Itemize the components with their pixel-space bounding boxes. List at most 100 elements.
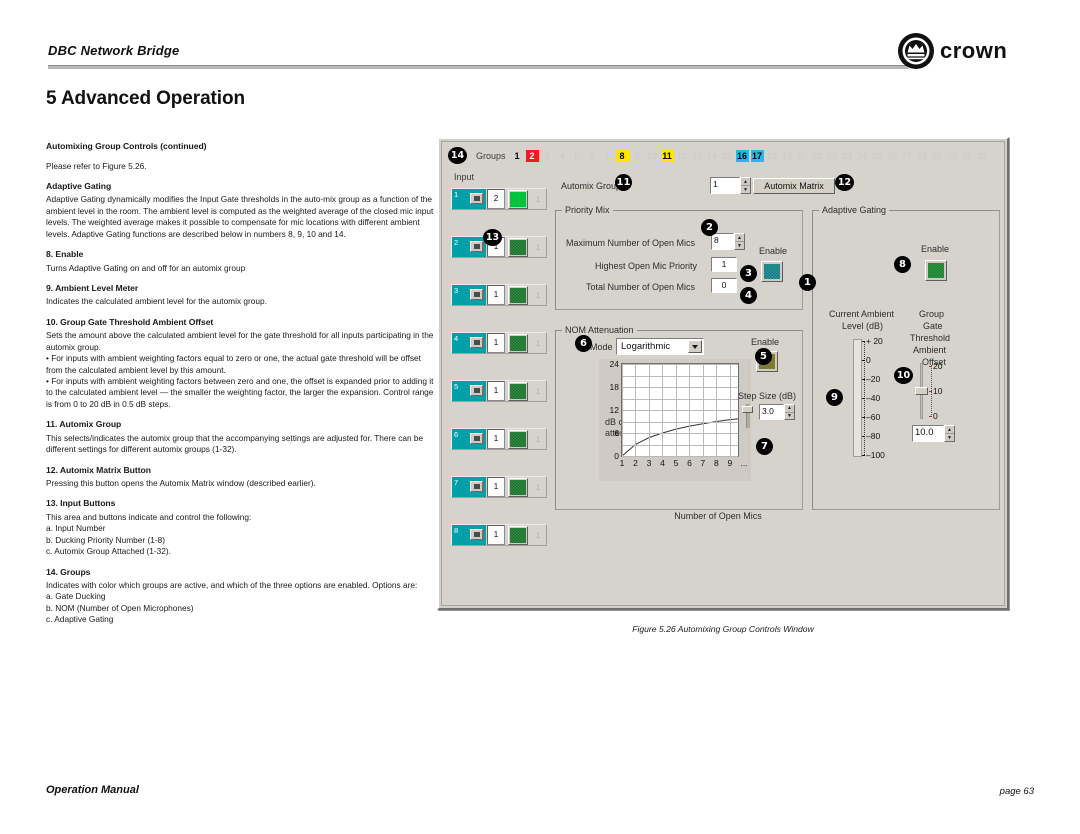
input-config-icon[interactable] — [470, 337, 483, 348]
step-size-slider[interactable] — [742, 404, 753, 428]
group-number-20[interactable]: 20 — [796, 150, 809, 162]
step-size-spinner[interactable]: ▲ ▼ — [784, 404, 795, 420]
input-number[interactable]: 2 — [452, 237, 486, 257]
group-gate-offset-slider[interactable] — [915, 363, 928, 419]
highest-open-mic-priority-field: 1 — [711, 257, 737, 272]
input-number[interactable]: 7 — [452, 477, 486, 497]
automix-group-spinner[interactable]: ▲ ▼ — [740, 177, 751, 194]
group-number-27[interactable]: 27 — [901, 150, 914, 162]
group-number-16[interactable]: 16 — [735, 150, 749, 162]
group-number-8[interactable]: 8 — [615, 150, 629, 162]
groups-number-list[interactable]: 1 2 3 4 5 6 7 8 9 10 11 12 13 14 15 16 17 18 19 20 21 22 23 24 2… — [511, 150, 991, 162]
input-number[interactable]: 8 — [452, 525, 486, 545]
group-number-22[interactable]: 22 — [826, 150, 839, 162]
input-row[interactable]: 311 — [451, 284, 547, 306]
group-number-23[interactable]: 23 — [841, 150, 854, 162]
group-number-18[interactable]: 18 — [766, 150, 779, 162]
input-row[interactable]: 511 — [451, 380, 547, 402]
input-gate-button[interactable] — [508, 381, 528, 401]
input-gate-button[interactable] — [508, 333, 528, 353]
group-number-11[interactable]: 11 — [660, 150, 674, 162]
group-number-5[interactable]: 5 — [571, 150, 584, 162]
ducking-priority-field[interactable]: 2 — [487, 189, 505, 209]
group-number-26[interactable]: 26 — [886, 150, 899, 162]
group-number-29[interactable]: 29 — [931, 150, 944, 162]
ducking-priority-field[interactable]: 1 — [487, 525, 505, 545]
input-config-icon[interactable] — [470, 481, 483, 492]
step-size-field[interactable]: 3.0 — [759, 404, 784, 420]
group-number-10[interactable]: 10 — [646, 150, 659, 162]
group-number-24[interactable]: 24 — [856, 150, 869, 162]
input-config-icon[interactable] — [470, 385, 483, 396]
group-number-30[interactable]: 30 — [946, 150, 959, 162]
ducking-priority-field[interactable]: 1 — [487, 333, 505, 353]
input-config-icon[interactable] — [470, 193, 483, 204]
group-number-1[interactable]: 1 — [511, 150, 524, 162]
input-number[interactable]: 3 — [452, 285, 486, 305]
spinner-up-icon[interactable]: ▲ — [945, 426, 954, 434]
input-buttons-column[interactable]: 121211311411511611711811 — [451, 188, 547, 572]
group-number-17[interactable]: 17 — [750, 150, 764, 162]
group-number-31[interactable]: 31 — [961, 150, 974, 162]
group-number-19[interactable]: 19 — [781, 150, 794, 162]
group-number-14[interactable]: 14 — [706, 150, 719, 162]
input-gate-button[interactable] — [508, 285, 528, 305]
group-number-28[interactable]: 28 — [916, 150, 929, 162]
input-config-icon[interactable] — [470, 241, 483, 252]
group-number-6[interactable]: 6 — [586, 150, 599, 162]
input-row[interactable]: 711 — [451, 476, 547, 498]
spinner-up-icon[interactable]: ▲ — [785, 405, 794, 413]
input-number[interactable]: 5 — [452, 381, 486, 401]
group-number-3[interactable]: 3 — [541, 150, 554, 162]
input-row[interactable]: 611 — [451, 428, 547, 450]
automix-matrix-button[interactable]: Automix Matrix — [753, 178, 835, 194]
spinner-up-icon[interactable]: ▲ — [741, 178, 750, 186]
input-config-icon[interactable] — [470, 289, 483, 300]
spinner-down-icon[interactable]: ▼ — [785, 413, 794, 420]
input-config-icon[interactable] — [470, 433, 483, 444]
group-number-15[interactable]: 15 — [721, 150, 734, 162]
input-number[interactable]: 1 — [452, 189, 486, 209]
spinner-down-icon[interactable]: ▼ — [945, 434, 954, 441]
group-number-21[interactable]: 21 — [811, 150, 824, 162]
nom-mode-select[interactable]: Logarithmic — [616, 338, 704, 355]
input-gate-button[interactable] — [508, 477, 528, 497]
ducking-priority-field[interactable]: 1 — [487, 429, 505, 449]
input-row[interactable]: 811 — [451, 524, 547, 546]
group-number-2[interactable]: 2 — [525, 150, 539, 162]
heading-adaptive-gating: Adaptive Gating — [46, 180, 112, 191]
spinner-down-icon[interactable]: ▼ — [735, 242, 744, 249]
input-row[interactable]: 121 — [451, 188, 547, 210]
group-number-9[interactable]: 9 — [631, 150, 644, 162]
group-number-7[interactable]: 7 — [601, 150, 614, 162]
automix-group-field[interactable]: 1 — [710, 177, 740, 194]
slider-knob[interactable] — [915, 387, 928, 395]
spinner-down-icon[interactable]: ▼ — [741, 186, 750, 193]
ducking-priority-field[interactable]: 1 — [487, 477, 505, 497]
spinner-up-icon[interactable]: ▲ — [735, 234, 744, 242]
input-gate-button[interactable] — [508, 237, 528, 257]
groups-strip[interactable]: Groups 1 2 3 4 5 6 7 8 9 10 11 12 13 14 15 16 17 18 19 20 21… — [450, 148, 998, 164]
slider-knob[interactable] — [742, 406, 753, 413]
group-number-25[interactable]: 25 — [871, 150, 884, 162]
group-number-12[interactable]: 12 — [676, 150, 689, 162]
input-gate-button[interactable] — [508, 429, 528, 449]
offset-value-spinner[interactable]: ▲ ▼ — [944, 425, 955, 442]
input-number[interactable]: 4 — [452, 333, 486, 353]
input-row[interactable]: 411 — [451, 332, 547, 354]
max-open-mics-field[interactable]: 8 — [711, 233, 734, 250]
group-number-13[interactable]: 13 — [691, 150, 704, 162]
adaptive-gating-enable-button[interactable] — [925, 260, 947, 281]
max-open-mics-spinner[interactable]: ▲ ▼ — [734, 233, 745, 250]
input-gate-button[interactable] — [508, 525, 528, 545]
group-number-4[interactable]: 4 — [556, 150, 569, 162]
ducking-priority-field[interactable]: 1 — [487, 381, 505, 401]
group-number-32[interactable]: 32 — [976, 150, 989, 162]
chevron-down-icon[interactable] — [688, 340, 702, 353]
offset-value-field[interactable]: 10.0 — [912, 425, 944, 442]
input-config-icon[interactable] — [470, 529, 483, 540]
input-gate-button[interactable] — [508, 189, 528, 209]
priority-mix-enable-button[interactable] — [761, 261, 783, 282]
ducking-priority-field[interactable]: 1 — [487, 285, 505, 305]
input-number[interactable]: 6 — [452, 429, 486, 449]
